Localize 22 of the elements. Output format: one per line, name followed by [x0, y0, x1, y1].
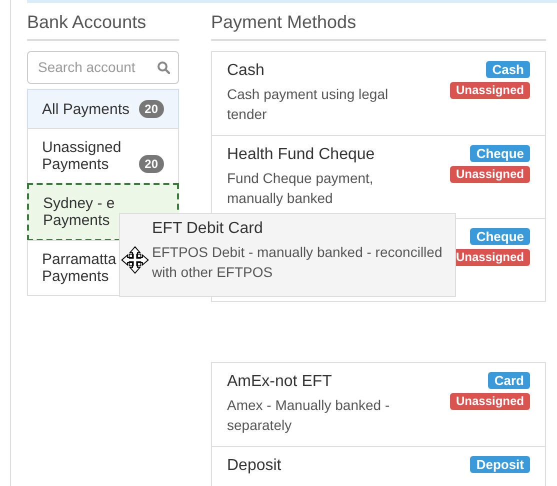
- method-name: Deposit: [227, 456, 282, 476]
- method-name: Cash: [227, 60, 266, 81]
- type-badge: Cash: [486, 60, 530, 78]
- section-heading: Bank Accounts: [27, 12, 148, 34]
- type-badge: Cheque: [470, 144, 530, 162]
- method-description: Cash payment using legal tender: [227, 84, 390, 124]
- method-name: Health Fund Cheque: [227, 144, 376, 165]
- status-badge: Unassigned: [450, 82, 530, 99]
- account-item[interactable]: All Payments 20: [27, 88, 179, 129]
- type-badge: Cheque: [470, 228, 530, 245]
- method-name: AmEx-not EFT: [227, 372, 333, 392]
- search-icon: [157, 60, 170, 74]
- count-badge: 20: [138, 154, 164, 173]
- method-description: Fund Cheque payment, manually banked: [227, 168, 374, 208]
- search-field[interactable]: Search account: [27, 50, 179, 84]
- status-badge: Unassigned: [450, 392, 530, 410]
- status-badge: Unassigned: [450, 166, 530, 183]
- count-badge: 20: [138, 100, 164, 118]
- section-heading: Payment Methods: [211, 12, 358, 34]
- type-badge: Deposit: [470, 456, 530, 473]
- method-description: Amex - Manually banked - separately: [227, 396, 391, 435]
- type-badge: Card: [488, 372, 530, 389]
